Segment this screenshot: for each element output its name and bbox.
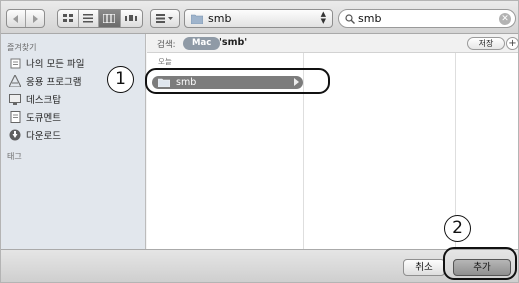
documents-icon	[9, 111, 21, 123]
sidebar-item-label: 응용 프로그램	[26, 77, 82, 88]
forward-button[interactable]	[26, 10, 44, 27]
sidebar-item-downloads[interactable]: 다운로드	[9, 128, 61, 142]
scope-label: 검색:	[157, 40, 176, 50]
sidebar-item-label: 데스크탑	[26, 95, 61, 106]
today-group-label: 오늘	[158, 57, 172, 66]
column-view-icon	[103, 14, 116, 23]
clear-search-icon[interactable]: ✕	[499, 13, 511, 25]
step-2-callout: 2	[444, 215, 471, 242]
list-view-icon	[83, 14, 94, 23]
coverflow-view-icon	[125, 15, 138, 21]
icon-view-icon	[62, 14, 73, 22]
location-popup-label: smb	[208, 12, 232, 25]
toolbar: smb ▲ ▼ smb ✕	[1, 1, 518, 34]
coverflow-view-button[interactable]	[121, 10, 142, 27]
icon-view-button[interactable]	[58, 10, 79, 27]
search-input[interactable]: smb	[358, 12, 381, 25]
cancel-button[interactable]: 취소	[403, 259, 445, 276]
scope-mac-button[interactable]: Mac	[183, 37, 221, 50]
sidebar-item-desktop[interactable]: 데스크탑	[9, 92, 61, 106]
sidebar-item-documents[interactable]: 도큐멘트	[9, 110, 61, 124]
sidebar-item-label: 나의 모든 파일	[26, 59, 85, 70]
back-button[interactable]	[7, 10, 26, 27]
sidebar-item-label: 다운로드	[26, 131, 61, 142]
back-arrow-icon	[12, 14, 18, 23]
updown-arrows-icon: ▲ ▼	[320, 10, 326, 25]
arrange-button[interactable]	[151, 10, 179, 27]
desktop-icon	[9, 93, 21, 105]
sidebar-item-label: 도큐멘트	[26, 113, 61, 124]
downloads-icon	[9, 129, 21, 141]
back-forward-control	[6, 9, 45, 28]
tags-heading: 태그	[7, 152, 22, 161]
view-mode-control	[57, 9, 143, 28]
favorites-heading: 즐겨찾기	[7, 43, 37, 52]
add-criteria-button[interactable]: +	[506, 37, 519, 50]
sidebar-item-all-files[interactable]: 나의 모든 파일	[9, 56, 84, 70]
dialog-button-bar: 취소 추가	[1, 249, 518, 282]
location-popup[interactable]: smb ▲ ▼	[184, 9, 333, 28]
step-1-callout: 1	[107, 66, 134, 93]
list-view-button[interactable]	[79, 10, 100, 27]
highlight-add-button	[443, 247, 517, 280]
search-field[interactable]: smb ✕	[338, 9, 516, 28]
applications-icon	[9, 75, 21, 87]
save-search-button[interactable]: 저장	[467, 37, 505, 50]
forward-arrow-icon	[32, 14, 38, 23]
search-term: 'smb'	[219, 37, 248, 48]
file-open-dialog: smb ▲ ▼ smb ✕ 즐겨찾기 나의 모든 파일 응용 프로그램 데스크탑…	[0, 0, 519, 283]
sidebar-item-applications[interactable]: 응용 프로그램	[9, 74, 81, 88]
search-scope-bar: 검색: Mac 'smb' 저장 +	[147, 34, 519, 53]
highlight-smb-row	[145, 68, 330, 94]
all-files-icon	[9, 57, 21, 69]
folder-icon	[191, 14, 203, 24]
arrange-icon	[156, 14, 173, 23]
arrange-menu-button[interactable]	[150, 9, 180, 28]
magnifier-icon	[345, 13, 355, 24]
column-view-button[interactable]	[99, 10, 121, 27]
